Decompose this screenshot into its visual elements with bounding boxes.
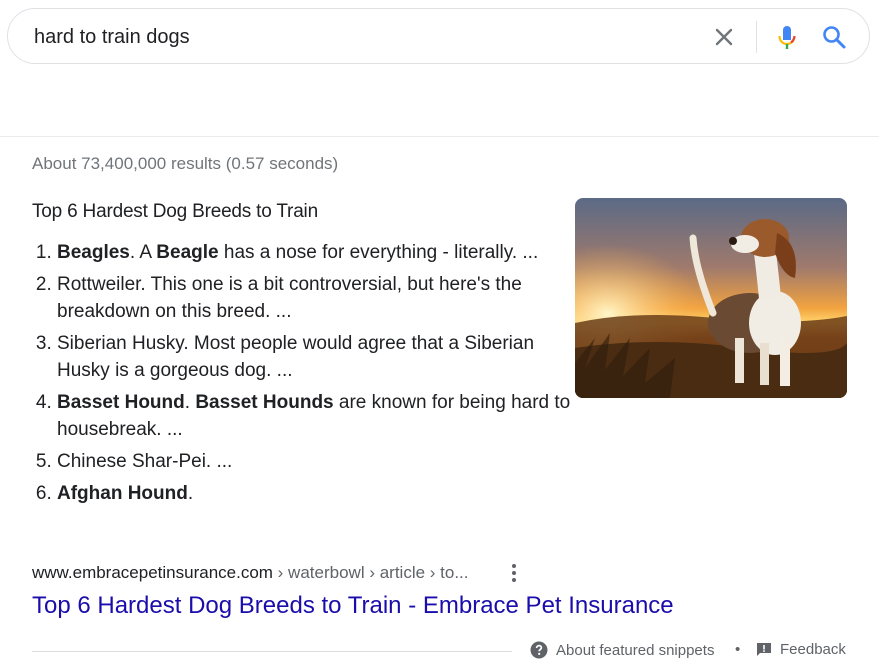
- snippet-list-item: Chinese Shar-Pei. ...: [57, 448, 577, 475]
- feedback-label: Feedback: [780, 641, 846, 658]
- help-icon: [530, 641, 548, 659]
- search-bar-divider: [756, 21, 757, 53]
- feedback-link[interactable]: Feedback: [756, 641, 846, 658]
- snippet-list: Beagles. A Beagle has a nose for everyth…: [32, 239, 577, 512]
- search-bar[interactable]: hard to train dogs: [7, 8, 870, 64]
- snippet-list-item: Afghan Hound.: [57, 480, 577, 507]
- search-icon[interactable]: [820, 23, 848, 51]
- search-input[interactable]: hard to train dogs: [34, 26, 190, 49]
- result-citation: www.embracepetinsurance.com › waterbowl …: [32, 563, 469, 583]
- snippet-list-item: Beagles. A Beagle has a nose for everyth…: [57, 239, 577, 266]
- snippet-list-item: Basset Hound. Basset Hounds are known fo…: [57, 389, 577, 443]
- beagle-in-field-photo-icon: [575, 198, 847, 398]
- microphone-icon[interactable]: [773, 23, 801, 51]
- feedback-icon: [757, 643, 771, 656]
- footer-separator: •: [735, 641, 741, 658]
- snippet-list-item: Siberian Husky. Most people would agree …: [57, 330, 577, 384]
- snippet-footer-divider: [32, 651, 512, 652]
- snippet-title: Top 6 Hardest Dog Breeds to Train: [32, 201, 318, 222]
- about-featured-snippets-link[interactable]: About featured snippets: [530, 641, 714, 659]
- results-stats: About 73,400,000 results (0.57 seconds): [32, 154, 339, 173]
- result-title-link[interactable]: Top 6 Hardest Dog Breeds to Train - Embr…: [32, 592, 674, 620]
- clear-icon[interactable]: [712, 25, 736, 49]
- citation-domain: www.embracepetinsurance.com: [32, 563, 273, 582]
- header-divider: [0, 136, 879, 137]
- snippet-list-item: Rottweiler. This one is a bit controvers…: [57, 271, 577, 325]
- more-options-icon[interactable]: [505, 562, 523, 584]
- snippet-image[interactable]: [575, 198, 847, 398]
- about-featured-snippets-label: About featured snippets: [556, 642, 715, 659]
- citation-path: › waterbowl › article › to...: [272, 563, 469, 582]
